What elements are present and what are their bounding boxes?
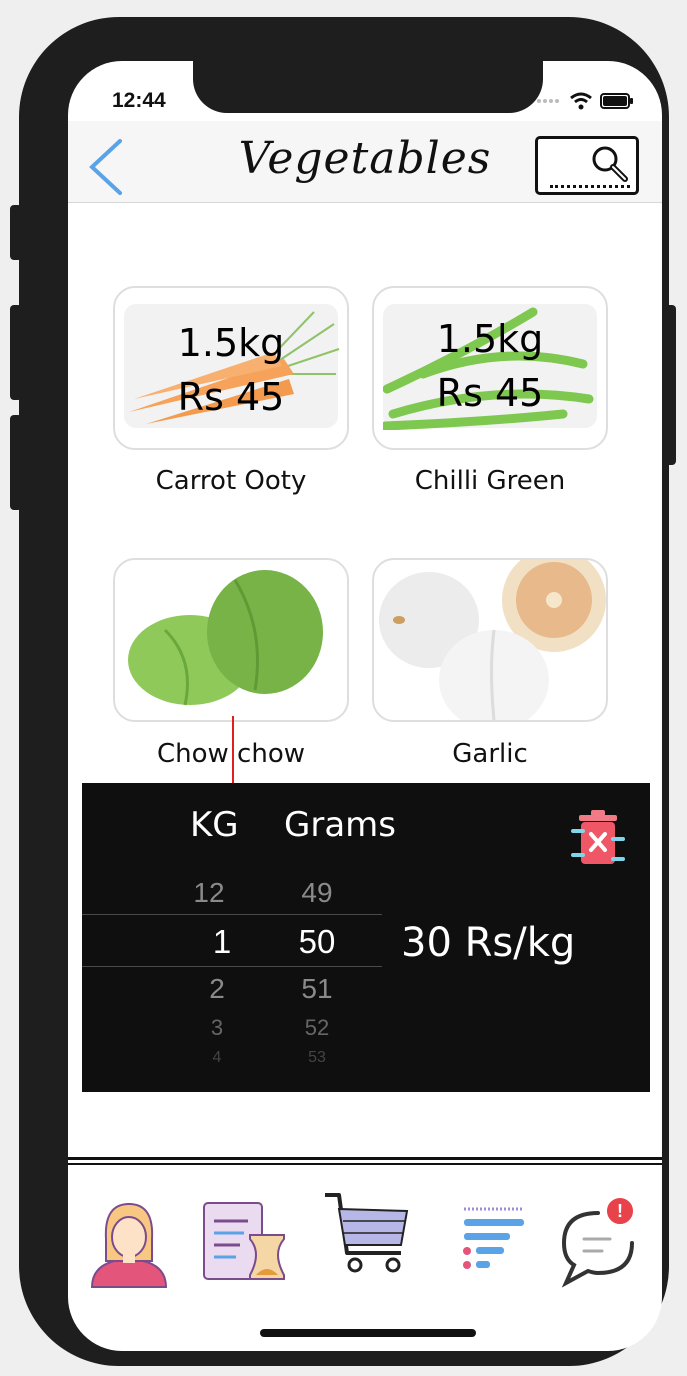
kg-column-header: KG — [190, 805, 239, 845]
cart-icon[interactable] — [321, 1189, 411, 1279]
product-price: Rs 45 — [436, 371, 544, 415]
status-time: 12:44 — [112, 89, 166, 112]
delete-icon[interactable] — [571, 809, 625, 869]
product-weight: 1.5kg — [177, 321, 285, 365]
grams-option[interactable]: 51 — [287, 973, 347, 1005]
rate-label: 30 Rs/kg — [401, 920, 576, 966]
kg-option-selected[interactable]: 1 — [192, 923, 252, 961]
product-name: Garlic — [452, 739, 528, 769]
kg-option[interactable]: 3 — [187, 1015, 247, 1041]
chat-badge: ! — [604, 1195, 636, 1227]
device-frame: 12:44 Vegetables 1.5kg Rs 45 Carrot Ooty… — [0, 0, 687, 1376]
product-weight: 1.5kg — [436, 317, 544, 361]
order-history-icon[interactable] — [200, 1197, 290, 1287]
product-name: Carrot Ooty — [155, 466, 307, 496]
grams-option[interactable]: 49 — [287, 877, 347, 909]
product-name: Chilli Green — [414, 466, 566, 496]
signal-dots-icon — [537, 99, 559, 103]
tabbar-divider — [68, 1157, 662, 1160]
grams-option[interactable]: 53 — [287, 1049, 347, 1067]
kg-option[interactable]: 12 — [179, 877, 239, 909]
search-icon — [592, 146, 628, 182]
chat-tab[interactable]: ! — [558, 1195, 648, 1289]
home-indicator[interactable] — [260, 1329, 476, 1337]
screen: 12:44 Vegetables 1.5kg Rs 45 Carrot Ooty… — [68, 61, 662, 1351]
picker-selection-top — [82, 914, 382, 915]
profile-icon[interactable] — [84, 1199, 174, 1289]
navigation-bar: Vegetables — [68, 121, 662, 203]
product-price: Rs 45 — [177, 375, 285, 419]
product-overlay-chilli: 1.5kg Rs 45 — [374, 312, 606, 420]
product-card-garlic[interactable] — [372, 558, 608, 722]
product-card-chow-chow[interactable] — [113, 558, 349, 722]
product-card-chilli[interactable]: 1.5kg Rs 45 — [372, 286, 608, 450]
quantity-picker-panel: KG Grams 12 1 2 3 4 49 50 51 52 53 30 Rs… — [82, 783, 650, 1092]
kg-option[interactable]: 4 — [187, 1049, 247, 1067]
grams-option-selected[interactable]: 50 — [287, 923, 347, 961]
battery-icon — [600, 93, 633, 109]
phone-body: 12:44 Vegetables 1.5kg Rs 45 Carrot Ooty… — [19, 17, 669, 1366]
grams-column-header: Grams — [284, 805, 396, 845]
list-icon[interactable] — [458, 1201, 548, 1291]
product-card-carrot[interactable]: 1.5kg Rs 45 — [113, 286, 349, 450]
kg-option[interactable]: 2 — [187, 973, 247, 1005]
garlic-image — [379, 560, 606, 720]
tabbar-divider-2 — [68, 1163, 662, 1165]
grams-option[interactable]: 52 — [287, 1015, 347, 1041]
search-button[interactable] — [535, 136, 639, 195]
wifi-icon — [570, 92, 592, 110]
chat-badge-text: ! — [617, 1201, 623, 1221]
status-icons — [536, 89, 634, 113]
chow-chow-image — [128, 570, 323, 706]
product-overlay-carrot: 1.5kg Rs 45 — [115, 316, 347, 424]
picker-selection-bottom — [82, 966, 382, 967]
notch — [193, 61, 543, 113]
search-underline — [550, 185, 630, 188]
